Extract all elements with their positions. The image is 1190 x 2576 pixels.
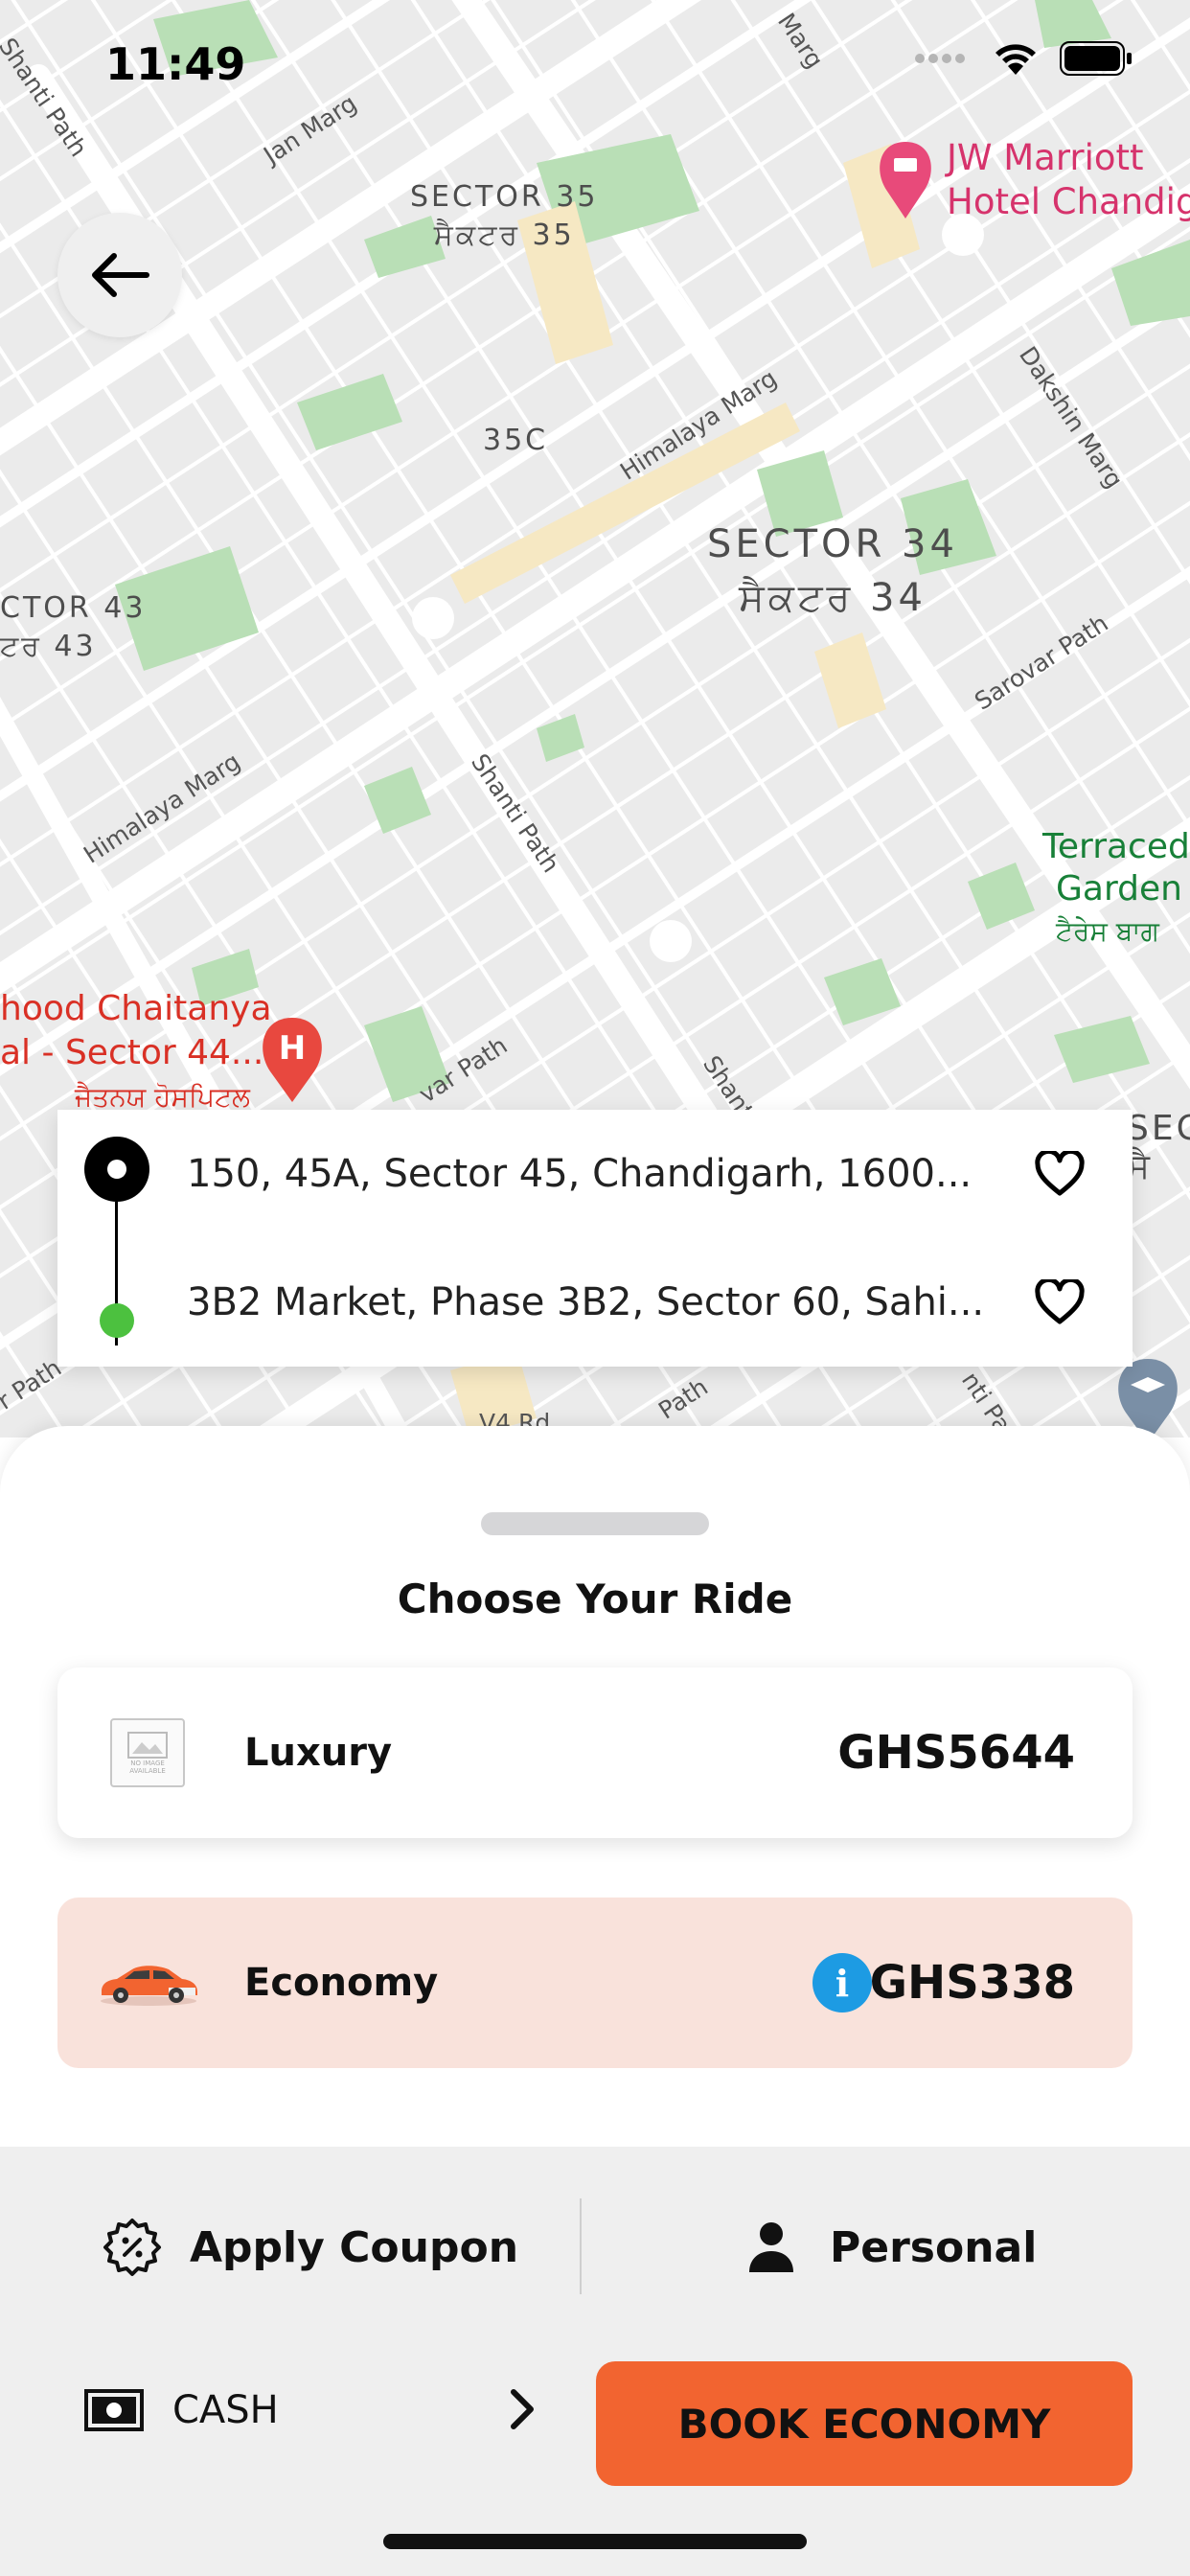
route-card: 150, 45A, Sector 45, Chandigarh, 1600...… xyxy=(57,1110,1133,1367)
book-economy-button[interactable]: BOOK ECONOMY xyxy=(596,2361,1133,2486)
ride-selection-sheet: Choose Your Ride NO IMAGE AVAILABLE Luxu… xyxy=(0,1426,1190,2576)
map-poi-jw-marriott[interactable]: JW Marriott Hotel Chandig xyxy=(947,136,1190,224)
options-divider xyxy=(580,2198,582,2294)
apply-coupon-button[interactable]: Apply Coupon xyxy=(102,2214,518,2281)
pickup-address: 150, 45A, Sector 45, Chandigarh, 1600... xyxy=(187,1152,973,1196)
payment-method-label: CASH xyxy=(172,2388,279,2432)
heart-icon[interactable] xyxy=(1035,1151,1085,1197)
map-poi-hospital[interactable]: hood Chaitanya al - Sector 44... ਜੈਤਨਯ ਹ… xyxy=(0,987,272,1119)
cash-icon xyxy=(84,2389,144,2431)
dropoff-dot xyxy=(100,1303,134,1338)
dropoff-row[interactable]: 3B2 Market, Phase 3B2, Sector 60, Sahi..… xyxy=(57,1238,1133,1367)
wifi-icon xyxy=(995,44,1036,75)
ride-option-economy[interactable]: Economy i GHS338 xyxy=(57,1898,1133,2068)
map-poi-terraced-garden[interactable]: Terraced Garden ਟੈਰੇਸ ਬਾਗ xyxy=(1042,826,1190,953)
info-icon[interactable]: i xyxy=(812,1953,872,2012)
personal-label: Personal xyxy=(830,2222,1038,2272)
no-image-icon: NO IMAGE AVAILABLE xyxy=(110,1718,185,1787)
back-arrow-icon xyxy=(92,253,149,297)
drag-handle[interactable] xyxy=(481,1512,709,1535)
apply-coupon-label: Apply Coupon xyxy=(190,2222,519,2272)
map-label-sector34: SECTOR 34 ਸੈਕਟਰ 34 xyxy=(707,522,958,620)
ride-name: Luxury xyxy=(244,1731,393,1775)
map-label-sector43: CTOR 43 ਟਰ 43 xyxy=(0,591,147,663)
ride-price: GHS338 xyxy=(869,1956,1075,2010)
pickup-row[interactable]: 150, 45A, Sector 45, Chandigarh, 1600... xyxy=(57,1110,1133,1238)
chevron-right-icon[interactable] xyxy=(508,2386,537,2432)
ride-name: Economy xyxy=(244,1961,439,2005)
status-time: 11:49 xyxy=(105,38,246,90)
map-label-35c: 35C xyxy=(483,424,549,457)
map-label-sector35: SECTOR 35 ਸੈਕਟਰ 35 xyxy=(410,180,599,252)
home-indicator xyxy=(383,2534,807,2549)
sheet-title: Choose Your Ride xyxy=(397,1576,793,1622)
battery-icon xyxy=(1060,41,1132,76)
back-button[interactable] xyxy=(57,213,182,337)
booking-footer: Apply Coupon Personal CASH BOOK ECONOMY xyxy=(0,2147,1190,2576)
status-icons xyxy=(914,40,1133,77)
signal-icon xyxy=(915,54,965,63)
ride-option-luxury[interactable]: NO IMAGE AVAILABLE Luxury GHS5644 xyxy=(57,1668,1133,1838)
payment-method-button[interactable]: CASH xyxy=(84,2377,279,2444)
personal-profile-button[interactable]: Personal xyxy=(747,2214,1037,2281)
dropoff-address: 3B2 Market, Phase 3B2, Sector 60, Sahi..… xyxy=(187,1280,985,1324)
ride-price: GHS5644 xyxy=(837,1726,1075,1780)
heart-icon[interactable] xyxy=(1035,1279,1085,1325)
person-icon xyxy=(749,2222,793,2272)
car-icon xyxy=(101,1966,197,2006)
svg-text:H: H xyxy=(279,1029,306,1068)
map-label-sector-right: SEC ਸੈ xyxy=(1127,1109,1190,1186)
coupon-icon xyxy=(103,2219,161,2276)
